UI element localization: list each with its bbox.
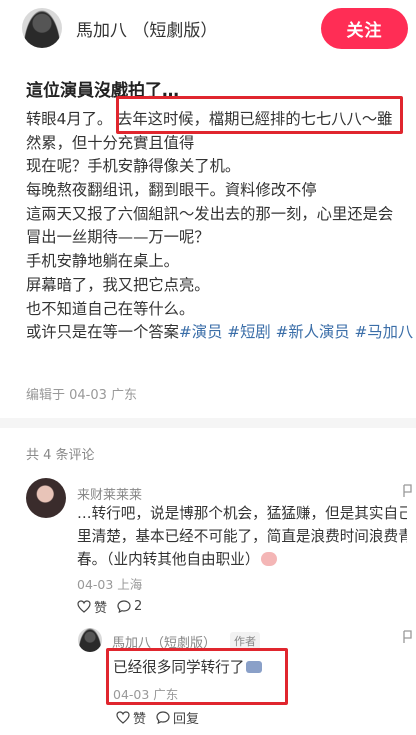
- hashtag-link[interactable]: #马加八: [354, 323, 413, 341]
- hashtag-link[interactable]: #新人演员: [276, 323, 350, 341]
- body-line: 转眼4月了。 去年这时候，檔期已經排的七七八八～雖: [26, 110, 393, 128]
- body-line-with-tags: 或许只是在等一个答案#演员 #短剧 #新人演员 #马加八: [26, 321, 414, 345]
- author-avatar[interactable]: [22, 8, 62, 48]
- like-label: 赞: [133, 712, 147, 727]
- comment-text: …转行吧，说是博那个机会，猛猛赚，但是其实自己心 里清楚，基本已经不可能了，简直…: [77, 502, 407, 571]
- hands-emoji-icon: [246, 661, 263, 673]
- reply-text-content: 已经很多同学转行了: [113, 659, 245, 676]
- reply-button[interactable]: 2: [117, 599, 142, 614]
- hashtag-link[interactable]: #演员: [179, 323, 222, 341]
- body-line: 然累，但十分充實且值得: [26, 133, 195, 152]
- post-header: 馬加八 （短劇版） 关注: [0, 0, 416, 58]
- body-line: 每晚熬夜翻组讯，翻到眼干。資料修改不停: [26, 181, 317, 200]
- comment-line: 里清楚，基本已经不可能了，简直是浪费时间浪费青: [77, 528, 407, 545]
- reply-label: 回复: [173, 712, 200, 727]
- reply-count: 2: [134, 599, 143, 614]
- heart-icon: [116, 711, 130, 724]
- reply-text: 已经很多同学转行了: [113, 656, 263, 677]
- commenter-name[interactable]: 来财莱莱莱: [77, 484, 142, 503]
- body-text-segment: 或许只是在等一个答案: [26, 323, 179, 342]
- body-line: 這兩天又报了六個組訊～发出去的那一刻，心里还是会: [26, 204, 394, 223]
- reply-actions: 赞 回复: [116, 708, 199, 727]
- comment-bubble-icon: [117, 600, 131, 613]
- like-button[interactable]: 赞: [116, 708, 146, 727]
- pig-emoji-icon: [261, 552, 278, 566]
- comment-meta: 04-03 上海: [77, 577, 143, 592]
- follow-button[interactable]: 关注: [321, 8, 408, 49]
- comment-line: …转行吧，说是博那个机会，猛猛赚，但是其实自己心: [77, 505, 407, 522]
- post-title: 這位演員沒戲拍了…: [26, 81, 179, 101]
- reply-meta: 04-03 广东: [113, 687, 179, 702]
- reply-author-avatar[interactable]: [78, 628, 102, 652]
- like-button[interactable]: 赞: [77, 597, 107, 616]
- hashtag-link[interactable]: #短剧: [227, 323, 270, 341]
- author-badge: 作者: [230, 632, 260, 650]
- author-name[interactable]: 馬加八 （短劇版）: [76, 16, 217, 41]
- body-line: 现在呢？手机安静得像关了机。: [26, 157, 241, 176]
- heart-icon: [77, 600, 91, 613]
- section-divider: [0, 418, 416, 428]
- more-icon[interactable]: [401, 484, 413, 498]
- edit-meta: 编辑于 04-03 广东: [26, 388, 138, 403]
- like-label: 赞: [94, 601, 108, 616]
- more-icon[interactable]: [401, 630, 413, 644]
- comment-bubble-icon: [156, 711, 170, 724]
- body-line: 屏幕暗了，我又把它点亮。: [26, 275, 210, 294]
- comment-actions: 赞 2: [77, 597, 142, 616]
- comment-count: 共 4 条评论: [26, 448, 95, 463]
- body-line: 手机安静地躺在桌上。: [26, 252, 179, 271]
- comment-line-text: 春。（业内转其他自由职业）: [77, 551, 260, 568]
- comment-line-last: 春。（业内转其他自由职业）: [77, 548, 407, 571]
- reply-button[interactable]: 回复: [156, 708, 199, 727]
- body-line: 冒出一丝期待——万一呢？: [26, 228, 210, 247]
- post-body: 转眼4月了。 去年这时候，檔期已經排的七七八八～雖 然累，但十分充實且值得 现在…: [26, 108, 414, 345]
- reply-author-name[interactable]: 馬加八（短劇版）: [112, 632, 216, 651]
- body-line: 也不知道自己在等什么。: [26, 299, 195, 318]
- commenter-avatar[interactable]: [26, 478, 66, 518]
